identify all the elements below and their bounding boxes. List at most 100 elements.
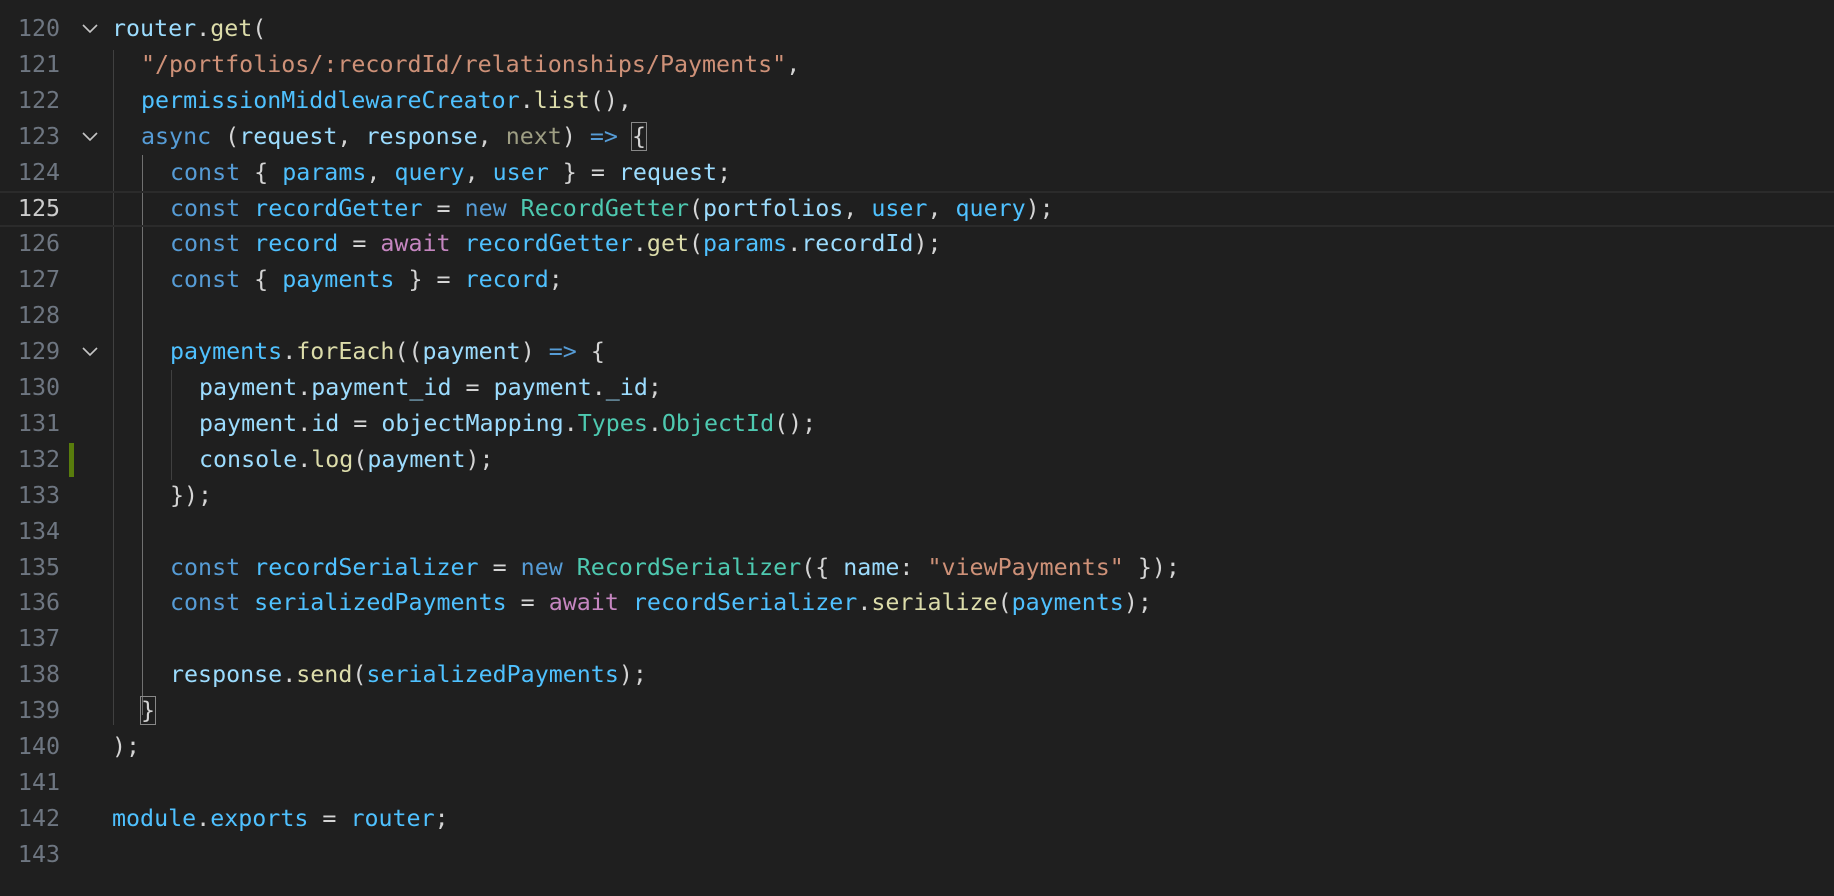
code-text: const { payments } = record; — [170, 262, 563, 298]
code-token: ( — [688, 194, 704, 222]
code-line[interactable]: 139} — [0, 693, 1834, 729]
code-token: new — [520, 553, 563, 581]
code-token: next — [505, 122, 562, 150]
line-number: 127 — [17, 266, 60, 294]
code-token: list — [533, 86, 590, 114]
code-token: payments — [170, 338, 283, 366]
fold-chevron-down-icon[interactable] — [80, 11, 100, 47]
line-number: 121 — [17, 50, 60, 78]
code-line[interactable]: 121 "/portfolios/:recordId/relationships/… — [0, 47, 1834, 83]
code-token: recordGetter — [254, 194, 423, 222]
line-number: 137 — [17, 625, 60, 653]
code-line[interactable]: 132 console.log(payment); — [0, 442, 1834, 478]
code-line[interactable]: 126 const record = await recordGetter.get… — [0, 226, 1834, 262]
code-token: ( — [211, 122, 240, 150]
line-number: 126 — [17, 230, 60, 258]
code-token: router — [350, 804, 435, 832]
code-token: . — [297, 374, 312, 401]
line-number: 131 — [17, 409, 60, 437]
code-token: . — [282, 338, 297, 366]
fold-chevron-down-icon[interactable] — [80, 119, 100, 155]
code-token: _id — [605, 374, 648, 401]
code-token: await — [548, 589, 619, 617]
line-number: 120 — [17, 15, 60, 42]
code-line[interactable]: 129 payments.forEach((payment) => { — [0, 334, 1834, 370]
line-number: 143 — [17, 840, 60, 868]
code-text: async (request, response, next) => { — [141, 119, 648, 155]
code-line[interactable]: 131 payment.id = objectMapping.Types.Obje… — [0, 406, 1834, 442]
code-token: : — [899, 553, 928, 581]
line-number: 142 — [17, 804, 60, 832]
code-line[interactable]: 142 module.exports = router; — [0, 801, 1834, 837]
code-token: , — [464, 158, 493, 186]
code-line[interactable]: 120 router.get( — [0, 11, 1834, 47]
code-line[interactable]: 134 — [0, 514, 1834, 550]
code-line[interactable]: 136 const serializedPayments = await reco… — [0, 585, 1834, 621]
code-line[interactable]: 128 — [0, 298, 1834, 334]
code-line[interactable]: 143 — [0, 837, 1834, 873]
code-text: payments.forEach((payment) => { — [170, 334, 605, 370]
line-number: 122 — [17, 86, 60, 114]
code-line[interactable]: 125 const recordGetter = new RecordGetter… — [0, 190, 1834, 227]
code-line[interactable]: 137 — [0, 621, 1834, 657]
code-line[interactable]: 130 payment.payment_id = payment._id; — [0, 370, 1834, 406]
code-token: serialize — [871, 589, 998, 617]
code-text: } — [139, 693, 157, 729]
code-token: request — [618, 158, 718, 186]
git-added-marker[interactable] — [69, 442, 74, 477]
code-line[interactable]: 123 async (request, response, next) => { — [0, 119, 1834, 155]
code-token: user — [871, 194, 928, 222]
code-token: payment — [199, 374, 298, 401]
code-token: send — [296, 661, 353, 689]
code-token: , — [477, 122, 506, 150]
code-token: . — [563, 409, 578, 437]
code-token: const — [170, 589, 241, 617]
line-number: 128 — [17, 302, 60, 330]
line-number: 124 — [17, 158, 60, 186]
code-text: router.get( — [112, 11, 266, 47]
code-token: ( — [252, 15, 267, 42]
code-token: response — [170, 661, 283, 689]
code-token: . — [519, 86, 534, 114]
code-token: ); — [1025, 194, 1054, 222]
code-line[interactable]: 138 response.send(serializedPayments); — [0, 657, 1834, 693]
line-number: 139 — [17, 697, 60, 725]
line-number: 130 — [17, 374, 60, 401]
code-token: = — [451, 374, 494, 401]
code-token: recordId — [801, 230, 914, 258]
code-token: response — [365, 122, 478, 150]
code-line[interactable]: 140); — [0, 729, 1834, 765]
code-text: const record = await recordGetter.get(pa… — [170, 226, 942, 262]
code-token: , — [337, 122, 366, 150]
code-token: . — [297, 409, 312, 437]
code-token: ) — [561, 122, 590, 150]
code-token: get — [210, 15, 253, 42]
code-token: get — [646, 230, 689, 258]
code-editor[interactable]: 120 router.get(121 "/portfolios/:recordId/… — [0, 0, 1834, 896]
code-token: = — [339, 409, 382, 437]
code-token: ; — [434, 804, 449, 832]
code-text: permissionMiddlewareCreator.list(), — [141, 83, 632, 119]
line-number: 132 — [17, 445, 60, 473]
code-line[interactable]: 135 const recordSerializer = new RecordSe… — [0, 550, 1834, 586]
code-token: , — [786, 50, 801, 78]
code-line[interactable]: 127 const { payments } = record; — [0, 262, 1834, 298]
code-token: }); — [170, 481, 213, 509]
code-line[interactable]: 122 permissionMiddlewareCreator.list(), — [0, 83, 1834, 119]
code-line[interactable]: 124 const { params, query, user } = reque… — [0, 155, 1834, 191]
code-text: module.exports = router; — [112, 801, 449, 837]
code-token: ) — [520, 338, 549, 366]
line-number: 123 — [17, 122, 60, 150]
code-token: const — [170, 230, 241, 258]
fold-chevron-down-icon[interactable] — [80, 334, 100, 370]
code-token: , — [927, 194, 956, 222]
line-number: 135 — [17, 553, 60, 581]
code-line[interactable]: 133}); — [0, 478, 1834, 514]
code-token: payment_id — [311, 374, 452, 401]
code-text: ); — [112, 729, 140, 765]
code-line[interactable]: 141 — [0, 765, 1834, 801]
code-token: (( — [394, 338, 423, 366]
